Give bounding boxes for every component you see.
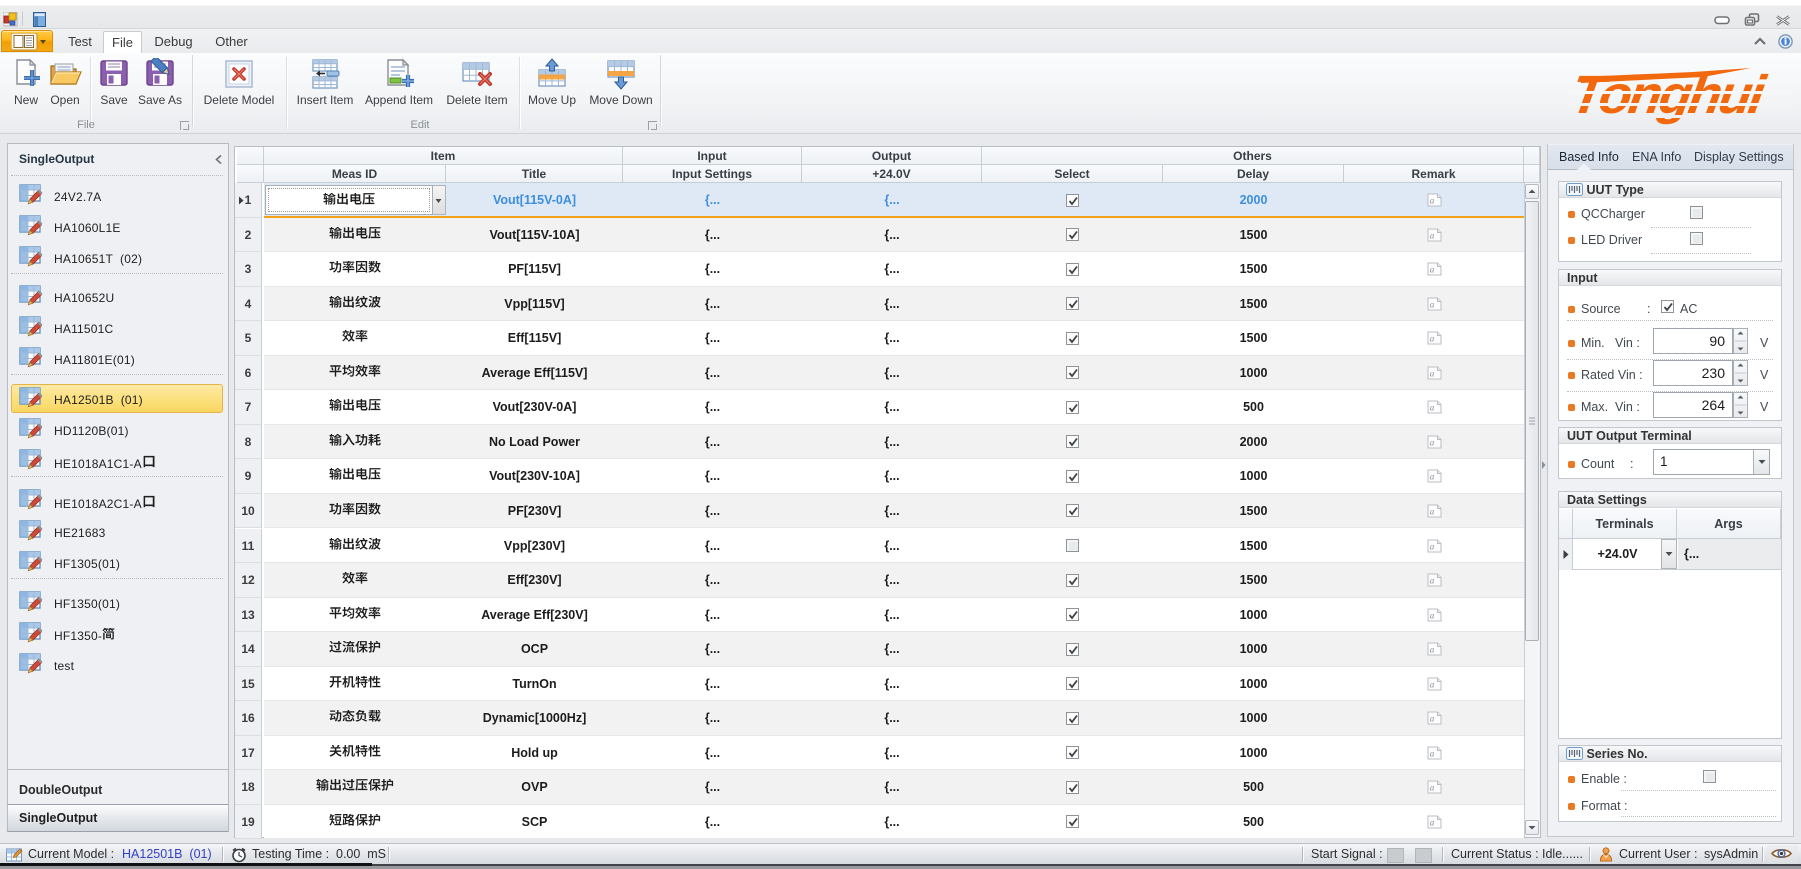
svg-text:a: a (1429, 334, 1434, 344)
svg-text:a: a (1429, 265, 1434, 275)
svg-text:a: a (1429, 196, 1434, 206)
svg-text:a: a (1429, 472, 1434, 482)
svg-text:a: a (1429, 437, 1434, 447)
svg-text:a: a (1429, 817, 1434, 827)
svg-text:a: a (1429, 541, 1434, 551)
svg-text:a: a (1429, 230, 1434, 240)
svg-text:a: a (1429, 299, 1434, 309)
svg-text:a: a (1429, 368, 1434, 378)
svg-text:a: a (1429, 748, 1434, 758)
svg-text:a: a (1429, 679, 1434, 689)
svg-text:a: a (1429, 714, 1434, 724)
svg-text:a: a (1429, 403, 1434, 413)
svg-text:a: a (1429, 783, 1434, 793)
svg-text:a: a (1429, 506, 1434, 516)
svg-text:a: a (1429, 610, 1434, 620)
svg-text:a: a (1429, 576, 1434, 586)
svg-text:a: a (1429, 645, 1434, 655)
